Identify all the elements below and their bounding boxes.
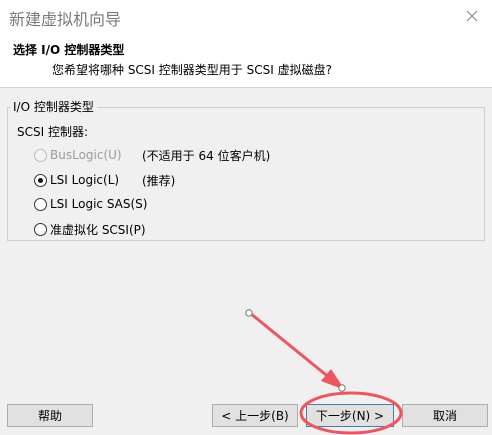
radio-button[interactable]	[34, 148, 47, 162]
close-button[interactable]	[452, 0, 492, 32]
radio-lsi-logic[interactable]: LSI Logic(L)	[34, 171, 119, 189]
radio-paravirtual-scsi[interactable]: 准虚拟化 SCSI(P)	[34, 220, 146, 238]
next-button[interactable]: 下一步(N) >	[306, 404, 394, 427]
wizard-header: 选择 I/O 控制器类型 您希望将哪种 SCSI 控制器类型用于 SCSI 虚拟…	[0, 34, 492, 88]
buslogic-note: (不适用于 64 位客户机)	[142, 149, 271, 163]
radio-label: LSI Logic(L)	[50, 173, 120, 187]
arrow-end-marker	[338, 384, 346, 392]
radio-buslogic[interactable]: BusLogic(U)	[34, 146, 122, 164]
scsi-controller-label: SCSI 控制器:	[17, 125, 89, 139]
close-icon	[466, 10, 478, 22]
radio-label: BusLogic(U)	[50, 148, 122, 162]
page-title: 选择 I/O 控制器类型	[13, 43, 125, 57]
window-title: 新建虚拟机向导	[9, 10, 122, 29]
radio-label: 准虚拟化 SCSI(P)	[50, 222, 146, 237]
arrow-start-marker	[245, 309, 253, 317]
radio-label: LSI Logic SAS(S)	[50, 197, 148, 211]
back-button[interactable]: < 上一步(B)	[212, 404, 298, 427]
lsi-logic-note: (推荐)	[142, 174, 176, 188]
title-bar: 新建虚拟机向导	[0, 0, 492, 34]
cancel-button[interactable]: 取消	[402, 404, 488, 427]
page-subtitle: 您希望将哪种 SCSI 控制器类型用于 SCSI 虚拟磁盘?	[52, 63, 332, 77]
groupbox-title: I/O 控制器类型	[10, 98, 97, 115]
radio-button[interactable]	[34, 197, 47, 211]
annotation-arrow	[249, 311, 345, 390]
help-button[interactable]: 帮助	[7, 404, 93, 427]
radio-button[interactable]	[34, 173, 47, 187]
radio-button[interactable]	[34, 222, 47, 236]
radio-lsi-logic-sas[interactable]: LSI Logic SAS(S)	[34, 195, 147, 213]
